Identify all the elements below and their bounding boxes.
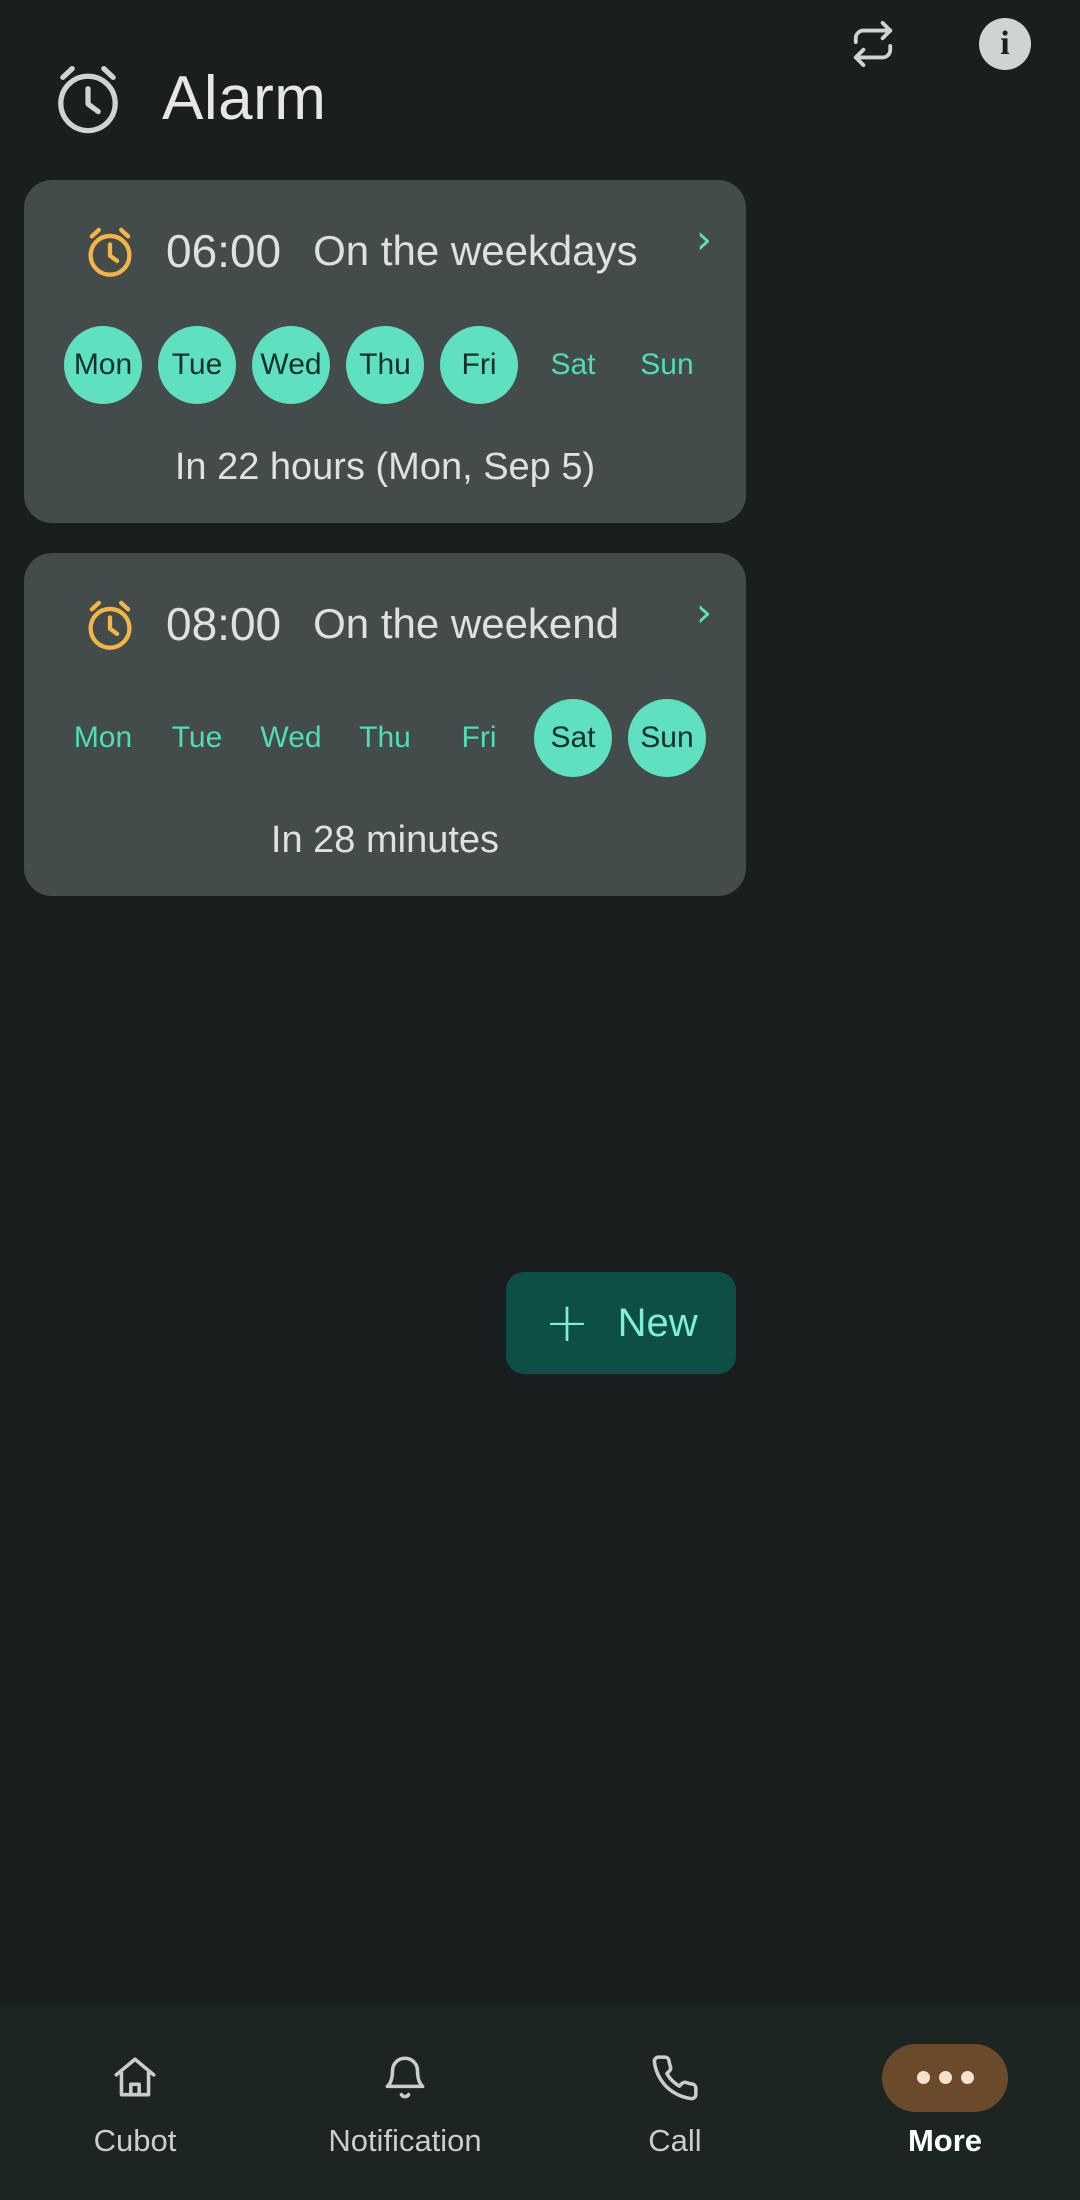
sync-icon	[850, 21, 896, 67]
info-button[interactable]: i	[974, 13, 1036, 75]
dot-3-icon	[960, 2071, 974, 2084]
page-title: Alarm	[162, 64, 327, 133]
alarm-clock-icon	[82, 593, 138, 655]
nav-item-call[interactable]: Call	[540, 2004, 810, 2200]
nav-label-call: Call	[648, 2122, 702, 2158]
alarm-card[interactable]: 06:00 On the weekdays › Mon Tue Wed Thu …	[24, 180, 746, 523]
nav-item-cubot[interactable]: Cubot	[0, 2004, 270, 2200]
day-toggle-mon[interactable]: Mon	[64, 699, 142, 777]
day-toggle-thu[interactable]: Thu	[346, 326, 424, 404]
chevron-right-icon[interactable]: ›	[696, 593, 712, 633]
day-toggle-tue[interactable]: Tue	[158, 326, 236, 404]
alarm-next-trigger: In 28 minutes	[270, 819, 500, 861]
alarm-clock-icon	[50, 58, 126, 140]
chevron-right-icon[interactable]: ›	[696, 220, 712, 260]
day-toggle-sun[interactable]: Sun	[628, 699, 706, 777]
day-toggle-fri[interactable]: Fri	[440, 326, 518, 404]
day-toggle-mon[interactable]: Mon	[64, 326, 142, 404]
dot-2-icon	[938, 2071, 952, 2084]
nav-label-cubot: Cubot	[93, 2122, 177, 2158]
alarm-day-selector: Mon Tue Wed Thu Fri Sat Sun	[24, 699, 746, 777]
day-toggle-sat[interactable]: Sat	[534, 699, 612, 777]
alarm-time: 06:00	[166, 225, 282, 277]
day-toggle-sun[interactable]: Sun	[628, 326, 706, 404]
alarm-label: On the weekend	[313, 600, 619, 647]
alarm-time: 08:00	[166, 598, 282, 650]
alarm-app-screen: i Alarm 06:00 On the weekdays › Mon Tue …	[0, 0, 1080, 2200]
home-icon	[110, 2049, 160, 2107]
new-alarm-button[interactable]: + New	[506, 1272, 736, 1374]
alarm-clock-icon	[82, 220, 138, 282]
alarm-card-header: 08:00 On the weekend	[24, 593, 746, 655]
plus-icon: +	[544, 1291, 590, 1354]
alarm-next-trigger: In 22 hours (Mon, Sep 5)	[174, 446, 596, 488]
bell-icon	[380, 2049, 430, 2107]
day-toggle-tue[interactable]: Tue	[158, 699, 236, 777]
day-toggle-fri[interactable]: Fri	[440, 699, 518, 777]
nav-label-more: More	[907, 2122, 983, 2158]
sync-button[interactable]	[842, 13, 904, 75]
alarm-day-selector: Mon Tue Wed Thu Fri Sat Sun	[24, 326, 746, 404]
nav-item-notification[interactable]: Notification	[270, 2004, 540, 2200]
info-icon: i	[979, 18, 1031, 70]
alarm-card-header: 06:00 On the weekdays	[24, 220, 746, 282]
phone-icon	[650, 2049, 700, 2107]
more-pill	[882, 2043, 1008, 2112]
alarm-label: On the weekdays	[313, 227, 638, 274]
alarm-card[interactable]: 08:00 On the weekend › Mon Tue Wed Thu F…	[24, 553, 746, 896]
new-alarm-label: New	[617, 1301, 698, 1345]
day-toggle-thu[interactable]: Thu	[346, 699, 424, 777]
bottom-navigation-bar: Cubot Notification Call More	[0, 2004, 1080, 2200]
nav-item-more[interactable]: More	[810, 2004, 1080, 2200]
alarm-list: 06:00 On the weekdays › Mon Tue Wed Thu …	[24, 180, 1056, 926]
day-toggle-wed[interactable]: Wed	[252, 326, 330, 404]
nav-label-notification: Notification	[328, 2122, 482, 2158]
day-toggle-sat[interactable]: Sat	[534, 326, 612, 404]
more-dots-icon	[882, 2043, 1008, 2112]
day-toggle-wed[interactable]: Wed	[252, 699, 330, 777]
dot-1-icon	[916, 2071, 930, 2084]
page-title-row: Alarm	[50, 58, 326, 140]
